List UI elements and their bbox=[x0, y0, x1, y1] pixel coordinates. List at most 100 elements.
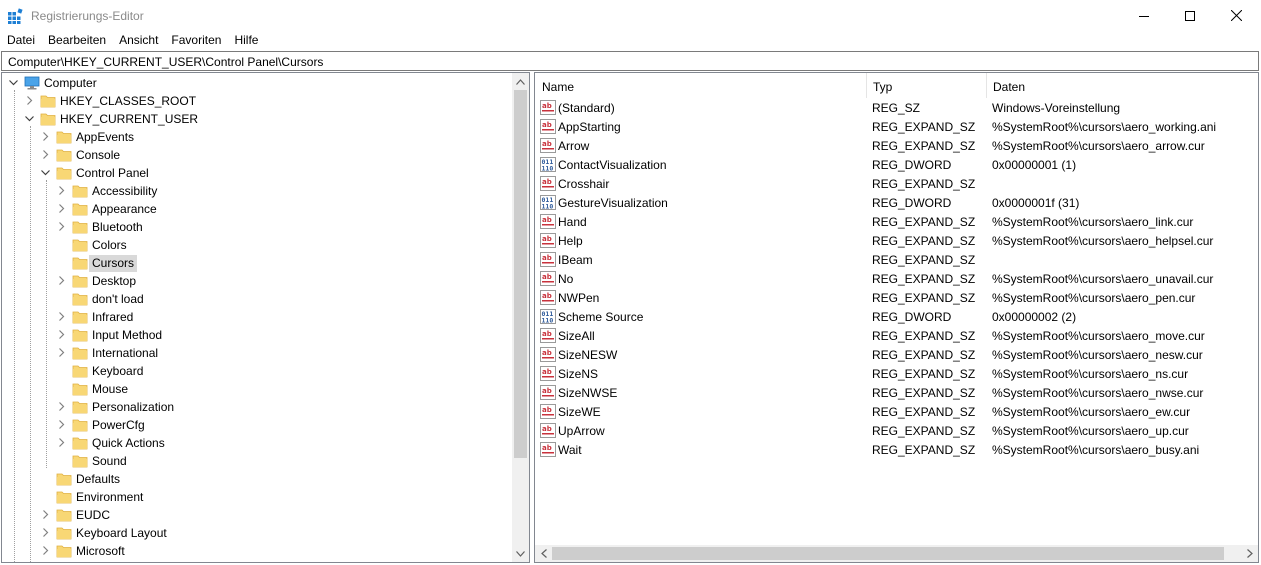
menu-favoriten[interactable]: Favoriten bbox=[164, 31, 227, 50]
chevron-right-icon[interactable] bbox=[56, 275, 67, 286]
tree-item[interactable]: HKEY_CURRENT_USER bbox=[2, 110, 512, 128]
tree-item[interactable]: EUDC bbox=[2, 506, 512, 524]
chevron-right-icon[interactable] bbox=[56, 437, 67, 448]
chevron-down-icon[interactable] bbox=[40, 167, 51, 178]
value-row[interactable]: 011 110 Scheme Source REG_DWORD 0x00000002 (… bbox=[535, 307, 1258, 326]
chevron-right-icon[interactable] bbox=[56, 185, 67, 196]
close-button[interactable] bbox=[1213, 0, 1259, 31]
value-row[interactable]: ab AppStarting REG_EXPAND_SZ %SystemRoot%\c… bbox=[535, 117, 1258, 136]
scroll-right-button[interactable] bbox=[1241, 545, 1258, 562]
tree-item[interactable]: Desktop bbox=[2, 272, 512, 290]
column-header-type[interactable]: Typ bbox=[866, 73, 986, 98]
value-row[interactable]: ab SizeNESW REG_EXPAND_SZ %SystemRoot%\curs… bbox=[535, 345, 1258, 364]
tree-item[interactable]: Console bbox=[2, 146, 512, 164]
tree-item[interactable]: HKEY_CLASSES_ROOT bbox=[2, 92, 512, 110]
chevron-down-icon[interactable] bbox=[8, 77, 19, 88]
chevron-right-icon[interactable] bbox=[40, 131, 51, 142]
menu-bar: Datei Bearbeiten Ansicht Favoriten Hilfe bbox=[0, 31, 1261, 50]
values-scroll-thumb[interactable] bbox=[552, 547, 1224, 560]
tree-item[interactable]: Keyboard bbox=[2, 362, 512, 380]
value-row[interactable]: 011 110 GestureVisualization REG_DWORD 0x000… bbox=[535, 193, 1258, 212]
value-type: REG_DWORD bbox=[872, 158, 952, 172]
tree-item[interactable]: Accessibility bbox=[2, 182, 512, 200]
chevron-down-icon[interactable] bbox=[24, 113, 35, 124]
value-row[interactable]: ab SizeAll REG_EXPAND_SZ %SystemRoot%\curso… bbox=[535, 326, 1258, 345]
chevron-right-icon[interactable] bbox=[40, 149, 51, 160]
value-row[interactable]: ab Wait REG_EXPAND_SZ %SystemRoot%\cursors\… bbox=[535, 440, 1258, 459]
tree-item[interactable]: Keyboard Layout bbox=[2, 524, 512, 542]
value-row[interactable]: ab Help REG_EXPAND_SZ %SystemRoot%\cursors\… bbox=[535, 231, 1258, 250]
tree-item[interactable]: Bluetooth bbox=[2, 218, 512, 236]
chevron-right-icon[interactable] bbox=[24, 95, 35, 106]
menu-hilfe[interactable]: Hilfe bbox=[227, 31, 264, 50]
tree-item[interactable]: Control Panel bbox=[2, 164, 512, 182]
tree-item[interactable]: Colors bbox=[2, 236, 512, 254]
menu-ansicht[interactable]: Ansicht bbox=[112, 31, 164, 50]
tree-item[interactable]: Cursors bbox=[2, 254, 512, 272]
value-row[interactable]: ab SizeWE REG_EXPAND_SZ %SystemRoot%\cursor… bbox=[535, 402, 1258, 421]
string-value-icon: ab bbox=[540, 252, 556, 267]
tree-scroll-thumb[interactable] bbox=[514, 90, 527, 458]
tree-item[interactable]: Sound bbox=[2, 452, 512, 470]
binary-value-icon: 011 110 bbox=[540, 309, 556, 325]
scroll-left-button[interactable] bbox=[535, 545, 552, 562]
tree-item[interactable]: Quick Actions bbox=[2, 434, 512, 452]
value-row[interactable]: ab Arrow REG_EXPAND_SZ %SystemRoot%\cursors… bbox=[535, 136, 1258, 155]
tree-item[interactable]: Infrared bbox=[2, 308, 512, 326]
column-header-name[interactable]: Name bbox=[535, 73, 866, 98]
menu-bearbeiten[interactable]: Bearbeiten bbox=[41, 31, 112, 50]
column-header-data[interactable]: Daten bbox=[986, 73, 1258, 98]
value-row[interactable]: ab SizeNWSE REG_EXPAND_SZ %SystemRoot%\curs… bbox=[535, 383, 1258, 402]
chevron-right-icon[interactable] bbox=[56, 221, 67, 232]
tree-item[interactable]: Appearance bbox=[2, 200, 512, 218]
value-row[interactable]: ab Crosshair REG_EXPAND_SZ bbox=[535, 174, 1258, 193]
svg-text:ab: ab bbox=[542, 235, 552, 243]
chevron-right-icon[interactable] bbox=[40, 527, 51, 538]
chevron-right-icon[interactable] bbox=[56, 329, 67, 340]
value-row[interactable]: 011 110 ContactVisualization REG_DWORD 0x000… bbox=[535, 155, 1258, 174]
maximize-button[interactable] bbox=[1167, 0, 1213, 31]
tree-item[interactable]: Personalization bbox=[2, 398, 512, 416]
value-row[interactable]: ab UpArrow REG_EXPAND_SZ %SystemRoot%\curso… bbox=[535, 421, 1258, 440]
chevron-right-icon[interactable] bbox=[40, 545, 51, 556]
value-row[interactable]: ab IBeam REG_EXPAND_SZ bbox=[535, 250, 1258, 269]
value-type: REG_EXPAND_SZ bbox=[872, 348, 976, 362]
chevron-right-icon[interactable] bbox=[40, 509, 51, 520]
tree-item[interactable]: Input Method bbox=[2, 326, 512, 344]
tree-item[interactable]: Defaults bbox=[2, 470, 512, 488]
tree-item[interactable]: AppEvents bbox=[2, 128, 512, 146]
string-value-icon: ab bbox=[540, 100, 556, 115]
value-row[interactable]: ab (Standard) REG_SZ Windows-Voreinstellung bbox=[535, 98, 1258, 117]
string-value-icon: ab bbox=[540, 442, 556, 457]
tree-item[interactable]: Mouse bbox=[2, 380, 512, 398]
computer-icon bbox=[24, 75, 40, 91]
scroll-down-button[interactable] bbox=[512, 545, 529, 562]
value-row[interactable]: ab Hand REG_EXPAND_SZ %SystemRoot%\cursors\… bbox=[535, 212, 1258, 231]
string-value-icon: ab bbox=[540, 271, 556, 286]
minimize-button[interactable] bbox=[1121, 0, 1167, 31]
tree-item-label: HKEY_CLASSES_ROOT bbox=[60, 94, 197, 108]
chevron-right-icon[interactable] bbox=[56, 311, 67, 322]
tree-item[interactable]: Environment bbox=[2, 488, 512, 506]
address-bar[interactable]: Computer\HKEY_CURRENT_USER\Control Panel… bbox=[1, 51, 1259, 71]
value-row[interactable]: ab No REG_EXPAND_SZ %SystemRoot%\cursors\ae… bbox=[535, 269, 1258, 288]
values-list[interactable]: Name Typ Daten ab (Standard) REG_SZ Windows… bbox=[534, 72, 1259, 563]
value-row[interactable]: ab NWPen REG_EXPAND_SZ %SystemRoot%\cursors… bbox=[535, 288, 1258, 307]
key-tree[interactable]: Computer HKEY_CLASSES_ROOT HKEY_CURRENT_US… bbox=[1, 72, 530, 563]
tree-item[interactable]: don't load bbox=[2, 290, 512, 308]
chevron-right-icon[interactable] bbox=[56, 401, 67, 412]
svg-text:ab: ab bbox=[542, 216, 552, 224]
values-horizontal-scrollbar[interactable] bbox=[535, 545, 1258, 562]
tree-item[interactable]: International bbox=[2, 344, 512, 362]
tree-item[interactable]: Microsoft bbox=[2, 542, 512, 560]
value-row[interactable]: ab SizeNS REG_EXPAND_SZ %SystemRoot%\cursor… bbox=[535, 364, 1258, 383]
value-type: REG_DWORD bbox=[872, 196, 952, 210]
chevron-right-icon[interactable] bbox=[56, 419, 67, 430]
tree-item[interactable]: PowerCfg bbox=[2, 416, 512, 434]
tree-vertical-scrollbar[interactable] bbox=[512, 73, 529, 562]
chevron-right-icon[interactable] bbox=[56, 347, 67, 358]
chevron-right-icon[interactable] bbox=[56, 203, 67, 214]
tree-item-computer[interactable]: Computer bbox=[2, 74, 512, 92]
menu-datei[interactable]: Datei bbox=[0, 31, 41, 50]
scroll-up-button[interactable] bbox=[512, 73, 529, 90]
